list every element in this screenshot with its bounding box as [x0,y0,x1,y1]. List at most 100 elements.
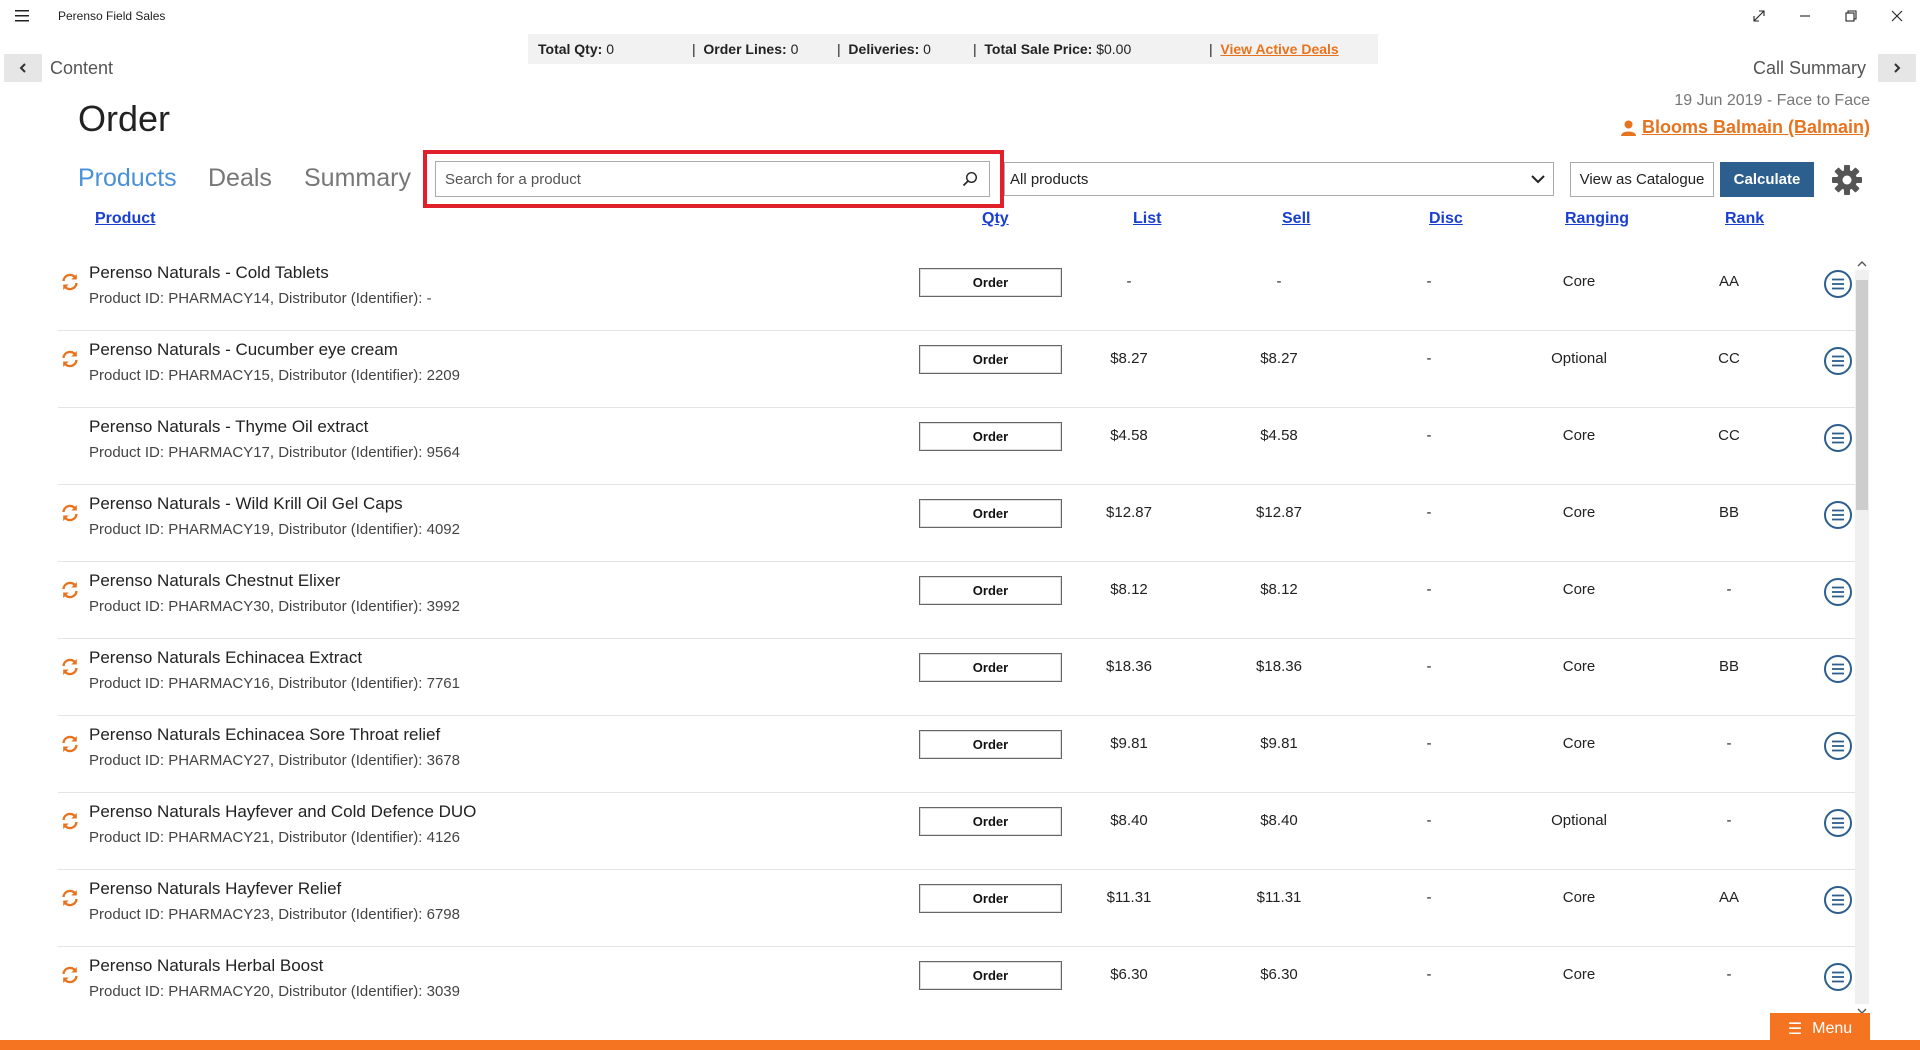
order-button[interactable]: Order [919,884,1062,913]
row-menu-icon[interactable] [1823,808,1853,838]
list-price: $8.12 [1110,581,1148,598]
product-name: Perenso Naturals Herbal Boost [89,956,324,975]
nav-forward: Call Summary [1753,54,1916,82]
column-header-ranging[interactable]: Ranging [1565,210,1629,228]
order-button[interactable]: Order [919,961,1062,990]
column-header-list[interactable]: List [1133,210,1161,228]
row-menu-icon[interactable] [1823,423,1853,453]
column-header-product[interactable]: Product [95,210,155,228]
close-icon[interactable] [1874,0,1920,32]
list-scrollbar[interactable] [1855,256,1869,1018]
column-header-qty[interactable]: Qty [982,210,1009,228]
sell-price: $12.87 [1256,504,1302,521]
rank: - [1726,581,1732,598]
back-button[interactable] [4,54,42,82]
tab-deals[interactable]: Deals [208,164,272,193]
tab-products[interactable]: Products [78,164,177,193]
scroll-up-icon[interactable] [1855,256,1869,270]
customer-link[interactable]: Blooms Balmain (Balmain) [1620,117,1870,138]
tab-summary[interactable]: Summary [304,164,411,193]
menu-label: Menu [1812,1020,1853,1037]
call-summary-link[interactable]: Call Summary [1753,58,1866,79]
sync-icon [60,349,80,369]
calculate-button[interactable]: Calculate [1720,162,1814,197]
row-menu-icon[interactable] [1823,346,1853,376]
product-row: Perenso Naturals Echinacea Sore Throat r… [58,716,1855,793]
sync-icon [60,580,80,600]
fullscreen-icon[interactable] [1736,0,1782,32]
order-button[interactable]: Order [919,653,1062,682]
product-row: Perenso Naturals - Thyme Oil extract Pro… [58,408,1855,485]
sell-price: $6.30 [1260,966,1298,983]
list-price: $4.58 [1110,427,1148,444]
product-meta: Product ID: PHARMACY27, Distributor (Ide… [89,752,460,769]
hamburger-menu-icon[interactable] [10,4,34,28]
product-name: Perenso Naturals - Cucumber eye cream [89,340,398,359]
gear-icon[interactable] [1831,164,1863,196]
order-button[interactable]: Order [919,807,1062,836]
nav-back: Content [4,54,113,82]
row-menu-icon[interactable] [1823,962,1853,992]
ranging: Core [1562,273,1596,290]
view-active-deals-link[interactable]: View Active Deals [1220,41,1338,57]
row-menu-icon[interactable] [1823,731,1853,761]
list-price: $8.27 [1110,350,1148,367]
ranging: Core [1562,966,1596,983]
column-header-disc[interactable]: Disc [1429,210,1463,228]
discount: - [1426,350,1432,367]
product-meta: Product ID: PHARMACY15, Distributor (Ide… [89,367,460,384]
column-header-rank[interactable]: Rank [1725,210,1764,228]
search-input[interactable] [436,162,957,196]
row-menu-icon[interactable] [1823,269,1853,299]
search-icon[interactable] [957,166,983,192]
menu-button[interactable]: ☰ Menu [1770,1013,1870,1045]
product-filter-select[interactable]: All products [1004,162,1554,196]
order-button[interactable]: Order [919,345,1062,374]
product-name: Perenso Naturals Chestnut Elixer [89,571,341,590]
bottom-accent-bar [0,1040,1920,1050]
sync-icon [60,888,80,908]
order-button[interactable]: Order [919,730,1062,759]
ranging: Core [1562,889,1596,906]
order-button[interactable]: Order [919,268,1062,297]
ranging: Core [1562,504,1596,521]
product-meta: Product ID: PHARMACY30, Distributor (Ide… [89,598,460,615]
app-title: Perenso Field Sales [58,9,166,23]
product-name: Perenso Naturals Hayfever and Cold Defen… [89,802,477,821]
order-button[interactable]: Order [919,576,1062,605]
minimize-icon[interactable] [1782,0,1828,32]
list-price: $12.87 [1106,504,1152,521]
list-price: $8.40 [1110,812,1148,829]
order-button[interactable]: Order [919,422,1062,451]
list-price: $9.81 [1110,735,1148,752]
scrollbar-thumb[interactable] [1856,280,1868,510]
rank: AA [1718,273,1739,290]
deals-divider: | View Active Deals [1209,41,1339,57]
content-link[interactable]: Content [50,58,113,79]
product-row: Perenso Naturals Hayfever Relief Product… [58,870,1855,947]
sell-price: $18.36 [1256,658,1302,675]
sync-icon [60,811,80,831]
product-row: Perenso Naturals - Cucumber eye cream Pr… [58,331,1855,408]
product-meta: Product ID: PHARMACY21, Distributor (Ide… [89,829,460,846]
order-button[interactable]: Order [919,499,1062,528]
column-header-sell[interactable]: Sell [1282,210,1310,228]
row-menu-icon[interactable] [1823,654,1853,684]
row-menu-icon[interactable] [1823,885,1853,915]
row-menu-icon[interactable] [1823,500,1853,530]
sync-icon [60,272,80,292]
product-row: Perenso Naturals - Wild Krill Oil Gel Ca… [58,485,1855,562]
row-menu-icon[interactable] [1823,577,1853,607]
rank: CC [1718,350,1740,367]
discount: - [1426,658,1432,675]
product-row: Perenso Naturals Chestnut Elixer Product… [58,562,1855,639]
ranging: Core [1562,427,1596,444]
rank: - [1726,735,1732,752]
forward-button[interactable] [1878,54,1916,82]
restore-icon[interactable] [1828,0,1874,32]
sell-price: $11.31 [1256,889,1302,906]
product-search [435,161,990,197]
view-as-catalogue-button[interactable]: View as Catalogue [1570,162,1714,197]
discount: - [1426,889,1432,906]
product-name: Perenso Naturals - Wild Krill Oil Gel Ca… [89,494,403,513]
